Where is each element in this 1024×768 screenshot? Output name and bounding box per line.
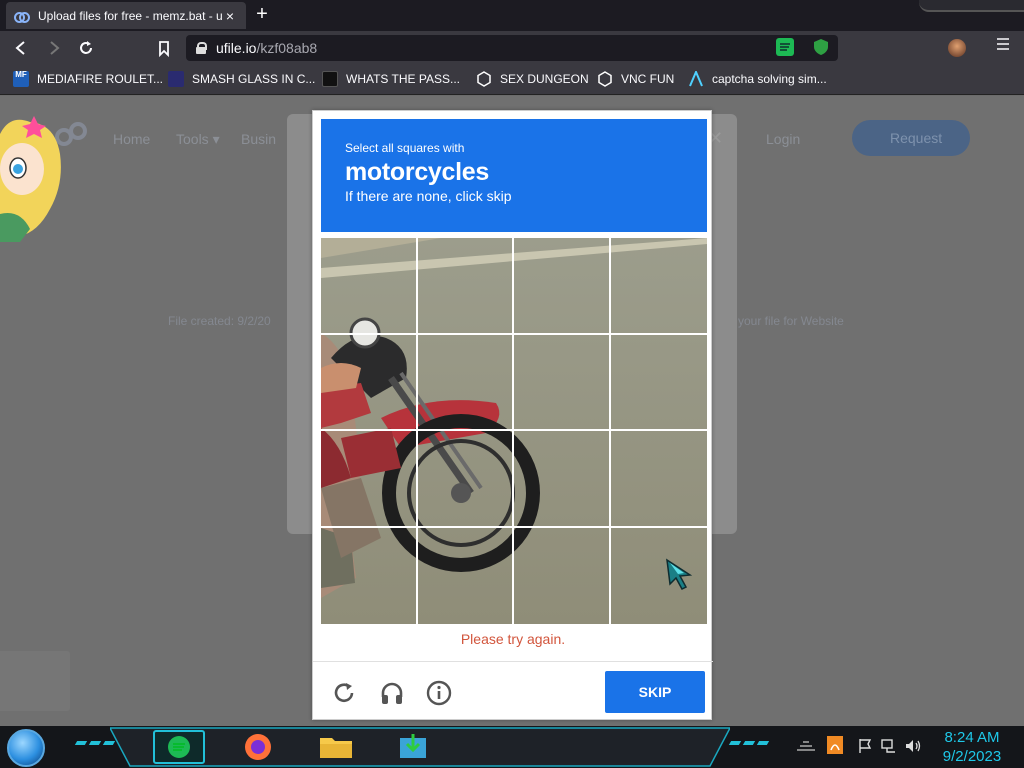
captcha-instruction: Select all squares with <box>345 141 465 155</box>
network-icon[interactable] <box>880 738 898 757</box>
taskbar-decoration <box>728 741 770 745</box>
captcha-tile[interactable] <box>514 527 611 624</box>
bookmark-item[interactable]: MF MEDIAFIRE ROULET... <box>13 71 163 87</box>
visual-studio-icon <box>168 71 184 87</box>
captcha-challenge: Select all squares with motorcycles If t… <box>312 110 713 721</box>
url-domain: ufile.io <box>216 40 257 56</box>
tab-bar: Upload files for free - memz.bat - ufile… <box>0 0 1024 31</box>
request-button[interactable]: Request <box>852 120 970 156</box>
show-desktop-icon[interactable] <box>795 738 817 755</box>
captcha-tile[interactable] <box>610 431 707 528</box>
taskbar: 8:24 AM 9/2/2023 <box>0 726 1024 768</box>
mouse-cursor-icon <box>666 558 693 590</box>
captcha-header: Select all squares with motorcycles If t… <box>321 119 707 232</box>
bookmark-item[interactable]: VNC FUN <box>597 71 674 87</box>
download-icon[interactable] <box>387 730 439 764</box>
system-clock[interactable]: 8:24 AM 9/2/2023 <box>932 728 1012 766</box>
firefox-icon[interactable] <box>232 730 284 764</box>
forward-icon[interactable] <box>43 37 65 59</box>
captcha-tile[interactable] <box>514 334 611 431</box>
tab-close-icon[interactable]: × <box>222 8 238 24</box>
clock-date: 9/2/2023 <box>942 748 1002 765</box>
bookmarks-bar: MF MEDIAFIRE ROULET... SMASH GLASS IN C..… <box>0 65 1024 95</box>
captcha-tile[interactable] <box>514 431 611 528</box>
captcha-error: Please try again. <box>460 631 566 647</box>
captcha-tile[interactable] <box>417 431 514 528</box>
captcha-hint: If there are none, click skip <box>345 188 512 204</box>
shield-extension-icon[interactable] <box>812 38 830 56</box>
audio-challenge-icon[interactable] <box>378 679 406 707</box>
ufile-favicon-icon <box>14 9 30 23</box>
bookmark-item[interactable]: SMASH GLASS IN C... <box>168 71 315 87</box>
action-center-flag-icon[interactable] <box>857 738 873 757</box>
address-bar[interactable]: ufile.io/kzf08ab8 <box>186 35 838 61</box>
nav-login[interactable]: Login <box>766 131 800 147</box>
captcha-tile[interactable] <box>321 334 418 431</box>
hamburger-menu-icon[interactable] <box>996 37 1010 56</box>
mediafire-icon: MF <box>13 71 29 87</box>
nav-home[interactable]: Home <box>113 131 150 147</box>
tab-title: Upload files for free - memz.bat - ufile… <box>38 8 222 23</box>
url-path: /kzf08ab8 <box>256 40 318 56</box>
start-button[interactable] <box>7 729 45 767</box>
recaptcha-badge[interactable] <box>0 651 70 711</box>
captcha-tile[interactable] <box>321 238 418 335</box>
nav-business[interactable]: Busin <box>241 131 276 147</box>
website-text: your file for Website <box>738 314 844 328</box>
window-controls[interactable] <box>919 0 1024 12</box>
mascot-sticker <box>0 116 61 242</box>
bookmark-star-icon[interactable] <box>153 37 175 59</box>
bookmark-icon <box>322 71 338 87</box>
unity-icon <box>476 71 492 87</box>
browser-tab[interactable]: Upload files for free - memz.bat - ufile… <box>6 2 246 29</box>
captcha-tile[interactable] <box>417 238 514 335</box>
captcha-tile[interactable] <box>417 334 514 431</box>
taskbar-decoration <box>74 741 116 745</box>
bookmark-item[interactable]: captcha solving sim... <box>688 69 827 87</box>
spotify-extension-icon[interactable] <box>776 38 794 56</box>
captcha-tile[interactable] <box>610 238 707 335</box>
volume-icon[interactable] <box>904 738 922 757</box>
captcha-tile[interactable] <box>610 335 707 431</box>
back-icon[interactable] <box>10 37 32 59</box>
clock-time: 8:24 AM <box>944 729 1000 746</box>
navigation-bar: ufile.io/kzf08ab8 <box>0 31 1024 65</box>
arrow-logo-icon <box>688 69 704 87</box>
nav-tools[interactable]: Tools ▾ <box>176 131 220 148</box>
bookmark-item[interactable]: WHATS THE PASS... <box>322 71 460 87</box>
captcha-image-grid <box>321 238 707 624</box>
skip-button[interactable]: SKIP <box>605 671 705 713</box>
spotify-icon[interactable] <box>153 730 205 764</box>
lock-icon <box>196 42 207 54</box>
new-tab-button[interactable]: + <box>252 4 272 25</box>
captcha-tile[interactable] <box>321 527 418 624</box>
file-explorer-icon[interactable] <box>310 730 362 764</box>
profile-avatar[interactable] <box>948 39 966 57</box>
unity-icon <box>597 71 613 87</box>
captcha-target: motorcycles <box>345 158 489 186</box>
captcha-footer: SKIP <box>313 661 713 721</box>
reload-challenge-icon[interactable] <box>331 679 359 707</box>
captcha-tile[interactable] <box>321 431 418 528</box>
reload-icon[interactable] <box>75 37 97 59</box>
info-icon[interactable] <box>425 679 453 707</box>
java-tray-icon[interactable] <box>827 736 843 757</box>
captcha-tile[interactable] <box>418 527 514 624</box>
bookmark-item[interactable]: SEX DUNGEON <box>476 71 589 87</box>
captcha-tile[interactable] <box>514 238 611 335</box>
file-created-text: File created: 9/2/20 <box>168 314 271 328</box>
